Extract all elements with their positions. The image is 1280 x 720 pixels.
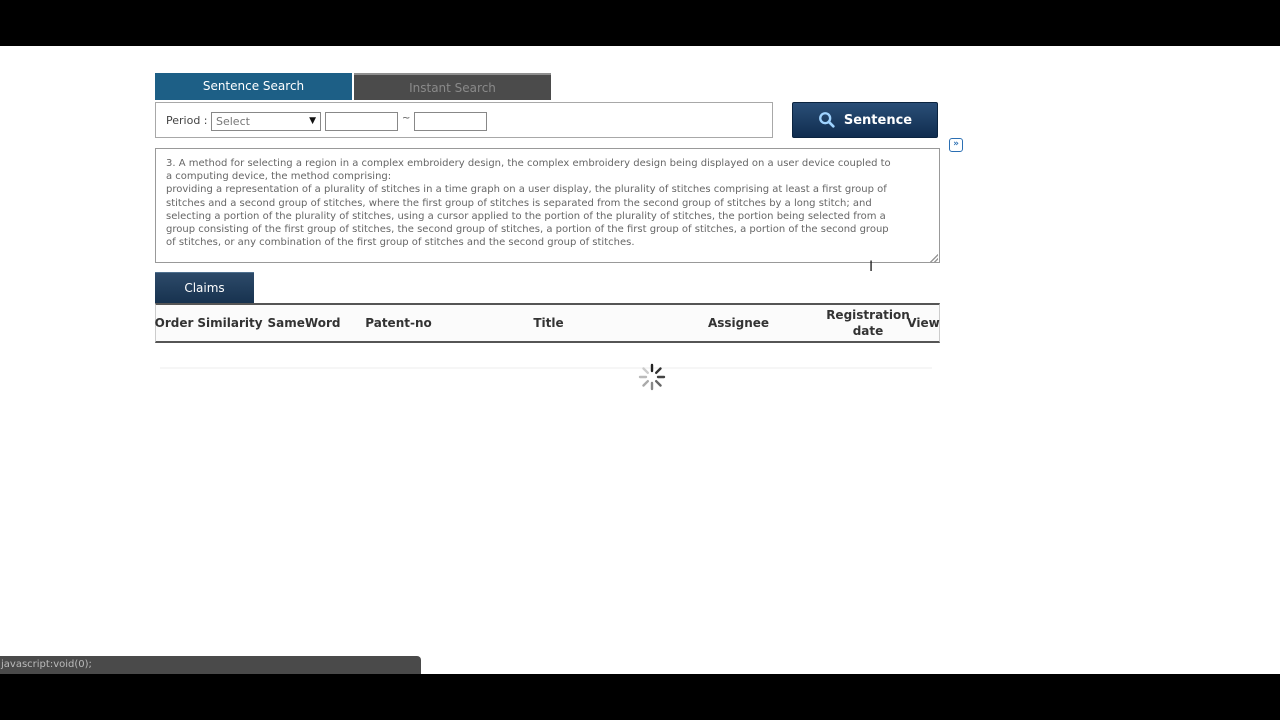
column-sameword[interactable]: SameWord: [268, 305, 341, 341]
tab-instant-search[interactable]: Instant Search: [354, 73, 551, 100]
column-title[interactable]: Title: [496, 305, 601, 341]
text-cursor-icon: Ι: [869, 259, 874, 275]
column-similarity[interactable]: Similarity: [196, 305, 264, 341]
resize-grip-icon[interactable]: [930, 254, 938, 262]
sentence-search-button[interactable]: Sentence: [792, 102, 938, 138]
column-assignee[interactable]: Assignee: [696, 305, 781, 341]
column-registration-date[interactable]: Registration date: [826, 305, 910, 341]
tab-claims[interactable]: Claims: [155, 272, 254, 303]
search-icon: [818, 112, 835, 128]
period-select-value: Select: [216, 115, 250, 128]
tab-sentence-search[interactable]: Sentence Search: [155, 73, 352, 100]
loading-spinner-icon: [638, 363, 666, 391]
period-filter-bar: Period : Select ▼ ~: [155, 102, 773, 138]
column-order[interactable]: Order: [155, 305, 194, 341]
browser-status-bar: javascript:void(0);: [0, 656, 421, 674]
column-patent-no[interactable]: Patent-no: [356, 305, 441, 341]
period-label: Period :: [166, 114, 208, 127]
results-table-header: Order Similarity SameWord Patent-no Titl…: [155, 303, 940, 343]
chevron-down-icon: ▼: [309, 116, 316, 126]
column-view[interactable]: View: [907, 305, 939, 341]
page-content: Sentence Search Instant Search Period : …: [0, 46, 1280, 674]
query-textarea[interactable]: 3. A method for selecting a region in a …: [155, 148, 940, 263]
loading-row: [160, 367, 932, 369]
date-separator: ~: [402, 113, 411, 124]
date-from-input[interactable]: [325, 112, 398, 131]
expand-icon[interactable]: »: [949, 138, 963, 152]
date-to-input[interactable]: [414, 112, 487, 131]
sentence-button-label: Sentence: [843, 112, 913, 128]
period-select[interactable]: Select ▼: [211, 112, 321, 131]
